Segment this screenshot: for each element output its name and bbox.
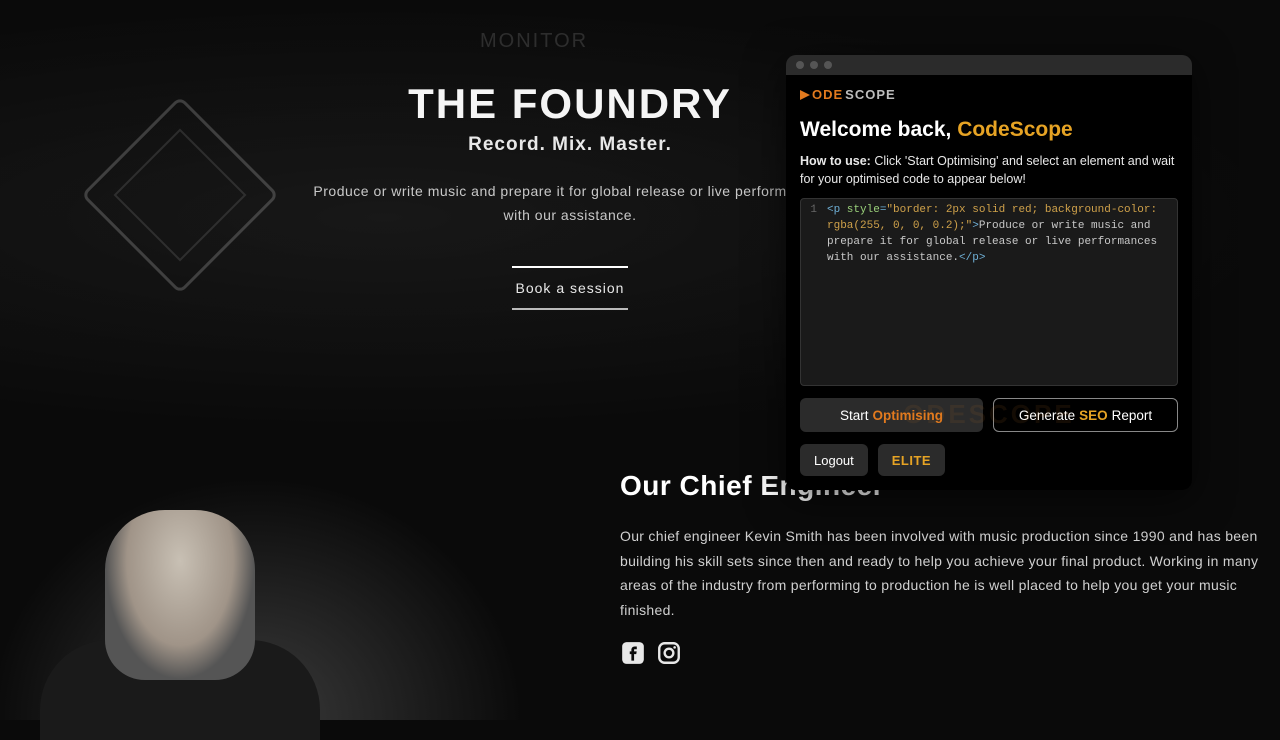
gen-highlight: SEO bbox=[1079, 408, 1108, 423]
logout-button[interactable]: Logout bbox=[800, 444, 868, 476]
welcome-heading: Welcome back, CodeScope bbox=[800, 118, 1178, 142]
generate-seo-report-button[interactable]: Generate SEO Report bbox=[993, 398, 1178, 432]
hero-description: Produce or write music and prepare it fo… bbox=[310, 180, 830, 228]
code-line-number: 1 bbox=[807, 203, 817, 381]
start-optimising-button[interactable]: Start Optimising bbox=[800, 398, 983, 432]
codescope-brand: ODESCOPE bbox=[800, 87, 1178, 102]
engineer-photo bbox=[0, 435, 570, 720]
bg-logo-diamond bbox=[81, 96, 279, 294]
engineer-head bbox=[105, 510, 255, 680]
popup-primary-actions: Start Optimising Generate SEO Report bbox=[800, 398, 1178, 432]
popup-body: ODESCOPE Welcome back, CodeScope How to … bbox=[786, 75, 1192, 490]
hero-subtitle: Record. Mix. Master. bbox=[310, 134, 830, 156]
brand-part2: SCOPE bbox=[845, 87, 896, 102]
instagram-icon[interactable] bbox=[656, 640, 682, 666]
welcome-username: CodeScope bbox=[957, 118, 1073, 141]
howto-label: How to use: bbox=[800, 154, 871, 168]
facebook-icon[interactable] bbox=[620, 640, 646, 666]
start-prefix: Start bbox=[840, 408, 869, 423]
hero-content: THE FOUNDRY Record. Mix. Master. Produce… bbox=[310, 80, 830, 310]
brand-part1: ODE bbox=[812, 87, 843, 102]
traffic-light-max[interactable] bbox=[824, 61, 832, 69]
welcome-prefix: Welcome back, bbox=[800, 118, 957, 141]
code-content: <p style="border: 2px solid red; backgro… bbox=[827, 203, 1171, 381]
brand-arrow-icon bbox=[800, 90, 810, 100]
hero-title: THE FOUNDRY bbox=[310, 80, 830, 128]
popup-titlebar[interactable] bbox=[786, 55, 1192, 75]
elite-badge-button[interactable]: ELITE bbox=[878, 444, 945, 476]
book-session-button[interactable]: Book a session bbox=[512, 266, 629, 310]
bg-monitor-text: MONITOR bbox=[480, 30, 588, 53]
code-output[interactable]: 1 <p style="border: 2px solid red; backg… bbox=[800, 198, 1178, 386]
gen-suffix: Report bbox=[1112, 408, 1153, 423]
engineer-body: Our chief engineer Kevin Smith has been … bbox=[620, 524, 1260, 622]
start-highlight: Optimising bbox=[873, 408, 944, 423]
traffic-light-close[interactable] bbox=[796, 61, 804, 69]
how-to-use: How to use: Click 'Start Optimising' and… bbox=[800, 152, 1178, 188]
social-links bbox=[620, 640, 1260, 666]
codescope-popup: ODESCOPE Welcome back, CodeScope How to … bbox=[786, 55, 1192, 490]
gen-prefix: Generate bbox=[1019, 408, 1075, 423]
popup-secondary-actions: Logout ELITE bbox=[800, 444, 1178, 476]
traffic-light-min[interactable] bbox=[810, 61, 818, 69]
